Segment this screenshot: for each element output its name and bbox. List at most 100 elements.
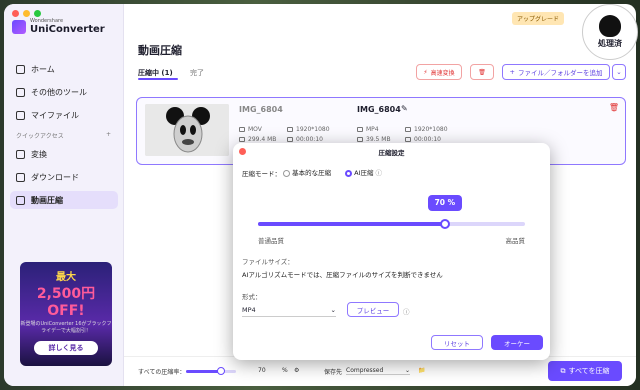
high-speed-button[interactable]: ⚡ 高速変換 <box>416 64 462 80</box>
promo-line2: 2,500円 OFF! <box>36 286 96 319</box>
compress-icon: ⧉ <box>560 366 566 375</box>
compress-icon <box>16 195 25 205</box>
edit-name-icon[interactable]: ✎ <box>401 104 408 113</box>
chevron-down-icon: ⌄ <box>404 367 410 374</box>
add-files-dropdown[interactable]: ⌄ <box>612 64 626 80</box>
apple-logo-icon <box>599 15 621 37</box>
home-icon <box>16 64 25 74</box>
sidebar-item-label: ダウンロード <box>31 172 79 182</box>
folder-open-icon[interactable]: 📁 <box>418 367 425 374</box>
all-rate-slider[interactable] <box>186 367 236 375</box>
video-thumbnail[interactable] <box>145 104 229 156</box>
high-quality-label: 高品質 <box>505 237 526 245</box>
folder-icon <box>16 110 25 120</box>
sidebar-item-label: ホーム <box>31 64 55 74</box>
compression-slider[interactable] <box>258 219 525 229</box>
file-size-note: AIアルゴリズムモードでは、圧縮ファイルのサイズを判断できません <box>242 271 443 279</box>
reset-button[interactable]: リセット <box>431 335 483 350</box>
radio-ai[interactable] <box>345 169 352 177</box>
target-resolution: 1920*1080 <box>405 126 448 133</box>
upgrade-button[interactable]: アップグレード <box>511 12 564 25</box>
promo-details-button[interactable]: 詳しく見る <box>34 341 98 355</box>
slider-knob[interactable] <box>439 219 450 229</box>
info-icon[interactable]: ⓘ <box>376 169 383 177</box>
thumbnail-image <box>145 104 229 156</box>
all-rate-slider-knob[interactable] <box>217 367 225 375</box>
mode-label: 圧縮モード： <box>242 170 281 178</box>
save-location-select[interactable]: Compressed ⌄ <box>346 367 410 375</box>
target-size: 39.5 MB <box>357 136 391 143</box>
page-title: 動画圧縮 <box>138 44 182 57</box>
promo-banner[interactable]: 最大 2,500円 OFF! 新登場のUniConverter 16がブラックフ… <box>20 262 112 366</box>
mode-basic-option[interactable]: 基本的な圧縮 <box>283 167 331 177</box>
maximize-window-button[interactable] <box>34 10 41 17</box>
file-size-label: ファイルサイズ： <box>242 258 294 266</box>
clock-icon <box>405 137 411 142</box>
rate-unit: % <box>282 367 288 374</box>
add-quick-access-icon[interactable]: + <box>106 131 111 140</box>
delete-all-button[interactable]: 🗑 <box>470 64 494 80</box>
window-controls <box>12 10 41 17</box>
sidebar-item-label: 変換 <box>31 149 47 159</box>
logo-icon <box>12 19 26 34</box>
trash-icon: 🗑 <box>478 68 486 76</box>
sidebar-item-label: 動画圧縮 <box>31 195 63 205</box>
compression-percent-bubble: 70 % <box>427 195 462 211</box>
source-resolution: 1920*1080 <box>287 126 330 133</box>
radio-basic[interactable] <box>283 169 290 177</box>
app-logo: Wondershare UniConverter <box>12 18 105 35</box>
brand-name: UniConverter <box>30 24 105 35</box>
tab-compressing[interactable]: 圧縮中 (1) <box>138 68 173 78</box>
sidebar-item-label: その他のツール <box>31 87 87 97</box>
compress-all-button[interactable]: ⧉ すべてを圧縮 <box>548 361 622 381</box>
target-format: MP4 <box>357 126 379 133</box>
source-format: MOV <box>239 126 262 133</box>
chevron-down-icon: ⌄ <box>330 305 336 314</box>
mode-ai-option[interactable]: AI圧縮 ⓘ <box>345 167 382 177</box>
close-window-button[interactable] <box>12 10 19 17</box>
resolution-icon <box>287 127 293 132</box>
clock-icon <box>287 137 293 142</box>
tools-icon <box>16 87 25 97</box>
dialog-title: 圧縮設定 <box>378 149 405 157</box>
settings-icon[interactable]: ⚙ <box>294 367 299 374</box>
ok-button[interactable]: オーケー <box>491 335 543 350</box>
sidebar-item-my-files[interactable]: マイファイル <box>10 106 118 124</box>
add-files-button[interactable]: + ファイル／フォルダーを追加 <box>502 64 610 80</box>
source-duration: 00:00:10 <box>287 136 323 143</box>
promo-line1: 最大 <box>56 272 76 283</box>
preview-button[interactable]: プレビュー <box>347 302 399 317</box>
file-size-icon <box>239 137 245 142</box>
save-location-label: 保存先 <box>324 369 343 376</box>
delete-file-icon[interactable]: 🗑 <box>609 103 619 112</box>
format-icon <box>239 127 245 132</box>
target-file-name: IMG_6804 <box>357 105 401 114</box>
resolution-icon <box>405 127 411 132</box>
quick-access-label: クイックアクセス + <box>16 131 111 140</box>
sidebar: Wondershare UniConverter ホーム その他のツール マイフ… <box>4 4 124 386</box>
format-select[interactable]: MP4 ⌄ <box>242 303 336 317</box>
all-rate-slider-fill <box>186 370 221 373</box>
minimize-window-button[interactable] <box>23 10 30 17</box>
compression-settings-dialog: 圧縮設定 圧縮モード： 基本的な圧縮 AI圧縮 ⓘ 70 % 普通品質 高品質 … <box>233 143 550 360</box>
sidebar-item-convert[interactable]: 変換 <box>10 145 118 163</box>
sidebar-item-home[interactable]: ホーム <box>10 60 118 78</box>
file-size-icon <box>357 137 363 142</box>
info-icon[interactable]: ⓘ <box>403 306 410 316</box>
sidebar-item-label: マイファイル <box>31 110 79 120</box>
badge-text: 処理済 <box>598 39 622 48</box>
sidebar-item-video-compress[interactable]: 動画圧縮 <box>10 191 118 209</box>
tab-underline <box>138 78 178 80</box>
slider-fill <box>258 222 445 226</box>
plus-icon: + <box>509 68 515 76</box>
sidebar-item-tools[interactable]: その他のツール <box>10 83 118 101</box>
sidebar-item-download[interactable]: ダウンロード <box>10 168 118 186</box>
download-icon <box>16 172 25 182</box>
source-size: 299.4 MB <box>239 136 276 143</box>
all-rate-label: すべての圧縮率： <box>138 369 186 376</box>
format-icon <box>357 127 363 132</box>
lightning-icon: ⚡ <box>423 68 428 76</box>
tab-completed[interactable]: 完了 <box>190 68 204 78</box>
target-duration: 00:00:10 <box>405 136 441 143</box>
low-quality-label: 普通品質 <box>258 237 284 245</box>
